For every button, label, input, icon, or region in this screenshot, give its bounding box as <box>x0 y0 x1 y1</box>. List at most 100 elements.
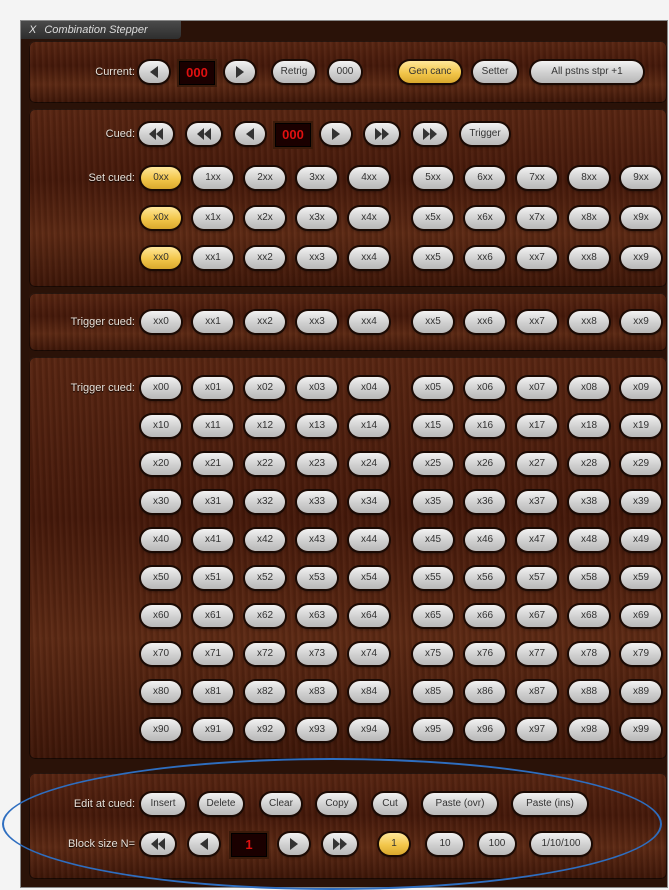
trigger-cued-button-x04[interactable]: x04 <box>349 377 389 399</box>
trigger-cued-button-xx2[interactable]: xx2 <box>245 311 285 333</box>
trigger-cued-button-x17[interactable]: x17 <box>517 415 557 437</box>
trigger-cued-button-x49[interactable]: x49 <box>621 529 661 551</box>
trigger-cued-button-x32[interactable]: x32 <box>245 491 285 513</box>
set-cued-button-9xx[interactable]: 9xx <box>621 167 661 189</box>
block-prev-button[interactable] <box>189 833 219 855</box>
set-cued-button-xx9[interactable]: xx9 <box>621 247 661 269</box>
trigger-cued-button-x68[interactable]: x68 <box>569 605 609 627</box>
trigger-cued-button-x40[interactable]: x40 <box>141 529 181 551</box>
set-cued-button-1xx[interactable]: 1xx <box>193 167 233 189</box>
trigger-cued-button-x28[interactable]: x28 <box>569 453 609 475</box>
set-cued-button-x2x[interactable]: x2x <box>245 207 285 229</box>
trigger-cued-button-x87[interactable]: x87 <box>517 681 557 703</box>
trigger-cued-button-x25[interactable]: x25 <box>413 453 453 475</box>
trigger-cued-button-x39[interactable]: x39 <box>621 491 661 513</box>
trigger-cued-button-x29[interactable]: x29 <box>621 453 661 475</box>
set-cued-button-3xx[interactable]: 3xx <box>297 167 337 189</box>
trigger-cued-button-x90[interactable]: x90 <box>141 719 181 741</box>
trigger-cued-button-x22[interactable]: x22 <box>245 453 285 475</box>
retrig-button[interactable]: Retrig <box>273 61 315 83</box>
trigger-cued-button-x53[interactable]: x53 <box>297 567 337 589</box>
set-cued-button-x0x[interactable]: x0x <box>141 207 181 229</box>
zero-button[interactable]: 000 <box>329 61 361 83</box>
set-cued-button-xx7[interactable]: xx7 <box>517 247 557 269</box>
trigger-cued-button-xx4[interactable]: xx4 <box>349 311 389 333</box>
trigger-cued-button-x18[interactable]: x18 <box>569 415 609 437</box>
gen-canc-button[interactable]: Gen canc <box>399 61 461 83</box>
set-cued-button-x8x[interactable]: x8x <box>569 207 609 229</box>
trigger-cued-button-x21[interactable]: x21 <box>193 453 233 475</box>
insert-button[interactable]: Insert <box>141 793 185 815</box>
set-cued-button-x7x[interactable]: x7x <box>517 207 557 229</box>
trigger-cued-button-x20[interactable]: x20 <box>141 453 181 475</box>
cued-last-button[interactable] <box>413 123 447 145</box>
trigger-cued-button-xx1[interactable]: xx1 <box>193 311 233 333</box>
trigger-cued-button-x38[interactable]: x38 <box>569 491 609 513</box>
cut-button[interactable]: Cut <box>373 793 407 815</box>
block-next-button[interactable] <box>279 833 309 855</box>
block-last-button[interactable] <box>323 833 357 855</box>
set-cued-button-6xx[interactable]: 6xx <box>465 167 505 189</box>
trigger-cued-button-x37[interactable]: x37 <box>517 491 557 513</box>
trigger-cued-button-x61[interactable]: x61 <box>193 605 233 627</box>
trigger-cued-button-x11[interactable]: x11 <box>193 415 233 437</box>
trigger-cued-button-x33[interactable]: x33 <box>297 491 337 513</box>
trigger-cued-button-x77[interactable]: x77 <box>517 643 557 665</box>
trigger-cued-button-x74[interactable]: x74 <box>349 643 389 665</box>
set-cued-button-x5x[interactable]: x5x <box>413 207 453 229</box>
current-prev-button[interactable] <box>139 61 169 83</box>
block-size-1-button[interactable]: 1 <box>379 833 409 855</box>
trigger-cued-button-x75[interactable]: x75 <box>413 643 453 665</box>
trigger-cued-button-x57[interactable]: x57 <box>517 567 557 589</box>
clear-button[interactable]: Clear <box>261 793 301 815</box>
delete-button[interactable]: Delete <box>199 793 243 815</box>
trigger-cued-button-x64[interactable]: x64 <box>349 605 389 627</box>
set-cued-button-xx8[interactable]: xx8 <box>569 247 609 269</box>
trigger-cued-button-xx6[interactable]: xx6 <box>465 311 505 333</box>
trigger-cued-button-x82[interactable]: x82 <box>245 681 285 703</box>
set-cued-button-x6x[interactable]: x6x <box>465 207 505 229</box>
set-cued-button-xx4[interactable]: xx4 <box>349 247 389 269</box>
block-size-100-button[interactable]: 100 <box>479 833 515 855</box>
trigger-cued-button-xx3[interactable]: xx3 <box>297 311 337 333</box>
set-cued-button-4xx[interactable]: 4xx <box>349 167 389 189</box>
set-cued-button-xx3[interactable]: xx3 <box>297 247 337 269</box>
cued-next-button[interactable] <box>321 123 351 145</box>
trigger-cued-button-x85[interactable]: x85 <box>413 681 453 703</box>
trigger-cued-button-x71[interactable]: x71 <box>193 643 233 665</box>
trigger-cued-button-x86[interactable]: x86 <box>465 681 505 703</box>
trigger-cued-button-x81[interactable]: x81 <box>193 681 233 703</box>
set-cued-button-8xx[interactable]: 8xx <box>569 167 609 189</box>
trigger-cued-button-xx5[interactable]: xx5 <box>413 311 453 333</box>
trigger-cued-button-x70[interactable]: x70 <box>141 643 181 665</box>
trigger-cued-button-x31[interactable]: x31 <box>193 491 233 513</box>
cued-trigger-button[interactable]: Trigger <box>461 123 509 145</box>
trigger-cued-button-x09[interactable]: x09 <box>621 377 661 399</box>
trigger-cued-button-x36[interactable]: x36 <box>465 491 505 513</box>
trigger-cued-button-x34[interactable]: x34 <box>349 491 389 513</box>
current-next-button[interactable] <box>225 61 255 83</box>
set-cued-button-xx6[interactable]: xx6 <box>465 247 505 269</box>
trigger-cued-button-x98[interactable]: x98 <box>569 719 609 741</box>
trigger-cued-button-x02[interactable]: x02 <box>245 377 285 399</box>
trigger-cued-button-x80[interactable]: x80 <box>141 681 181 703</box>
trigger-cued-button-x24[interactable]: x24 <box>349 453 389 475</box>
trigger-cued-button-x62[interactable]: x62 <box>245 605 285 627</box>
trigger-cued-button-x43[interactable]: x43 <box>297 529 337 551</box>
trigger-cued-button-x54[interactable]: x54 <box>349 567 389 589</box>
set-cued-button-xx5[interactable]: xx5 <box>413 247 453 269</box>
paste-ins-button[interactable]: Paste (ins) <box>513 793 587 815</box>
trigger-cued-button-x30[interactable]: x30 <box>141 491 181 513</box>
trigger-cued-button-x27[interactable]: x27 <box>517 453 557 475</box>
set-cued-button-x4x[interactable]: x4x <box>349 207 389 229</box>
trigger-cued-button-x42[interactable]: x42 <box>245 529 285 551</box>
cued-next-fast-button[interactable] <box>365 123 399 145</box>
block-first-button[interactable] <box>141 833 175 855</box>
trigger-cued-button-x03[interactable]: x03 <box>297 377 337 399</box>
trigger-cued-button-x83[interactable]: x83 <box>297 681 337 703</box>
set-cued-button-xx0[interactable]: xx0 <box>141 247 181 269</box>
all-pstns-button[interactable]: All pstns stpr +1 <box>531 61 643 83</box>
cued-prev-fast-button[interactable] <box>187 123 221 145</box>
copy-button[interactable]: Copy <box>317 793 357 815</box>
trigger-cued-button-x14[interactable]: x14 <box>349 415 389 437</box>
